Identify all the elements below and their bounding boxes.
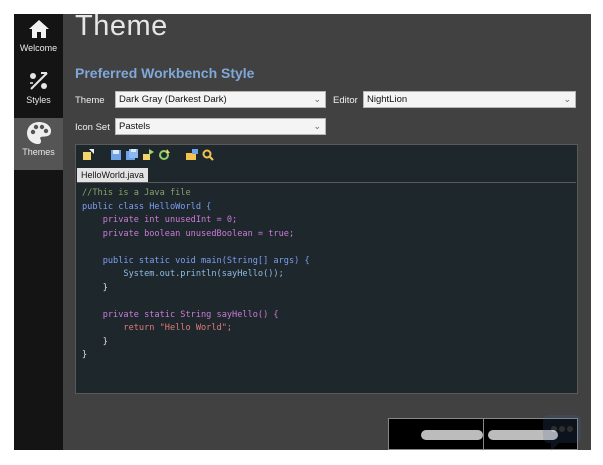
sidebar-item-themes[interactable]: Themes — [14, 118, 63, 170]
button-label-redacted — [421, 430, 483, 440]
main-panel: Theme Preferred Workbench Style Theme Da… — [63, 10, 591, 450]
iconset-label: Icon Set — [75, 122, 110, 133]
code-line: //This is a Java file — [82, 188, 191, 198]
save-all-icon[interactable] — [126, 149, 138, 161]
chevron-down-icon: ⌄ — [313, 121, 321, 131]
preferences-window: Welcome Styles Themes Theme Preferred Wo… — [14, 10, 591, 450]
styles-icon — [27, 70, 51, 92]
new-file-icon[interactable] — [82, 149, 94, 161]
sidebar-item-label: Welcome — [19, 43, 58, 53]
editor-preview: HelloWorld.java //This is a Java file pub… — [75, 144, 578, 394]
sidebar-item-welcome[interactable]: Welcome — [14, 14, 63, 66]
sidebar-item-styles[interactable]: Styles — [14, 66, 63, 118]
code-line: private int unusedInt = 0; — [82, 215, 238, 225]
theme-select[interactable]: Dark Gray (Darkest Dark) ⌄ — [115, 91, 326, 108]
sidebar-item-label: Themes — [22, 147, 55, 157]
editor-tab[interactable]: HelloWorld.java — [77, 168, 148, 182]
code-line: } — [82, 350, 88, 360]
code-line: } — [82, 282, 108, 293]
editor-select-value: NightLion — [367, 94, 408, 105]
sidebar-item-label: Styles — [26, 95, 51, 105]
code-line: public static void main(String[] args) { — [82, 255, 310, 266]
palette-icon — [26, 122, 52, 144]
code-line: public class HelloWorld { — [82, 201, 212, 212]
chevron-down-icon: ⌄ — [313, 94, 321, 104]
theme-select-value: Dark Gray (Darkest Dark) — [119, 94, 227, 105]
open-folder-icon[interactable] — [186, 149, 198, 161]
preview-toolbar — [76, 145, 577, 165]
chevron-down-icon: ⌄ — [563, 94, 571, 104]
tab-divider — [77, 182, 576, 183]
code-line: return "Hello World"; — [82, 323, 233, 333]
code-line: } — [82, 336, 108, 347]
code-line: System.out.println(sayHello()); — [82, 269, 284, 279]
theme-label: Theme — [75, 95, 105, 106]
save-icon[interactable] — [110, 149, 122, 161]
export-icon[interactable] — [142, 149, 154, 161]
ok-button[interactable] — [388, 418, 484, 450]
editor-label: Editor — [333, 95, 358, 106]
iconset-select-value: Pastels — [119, 121, 151, 132]
home-icon — [28, 18, 50, 40]
sidebar: Welcome Styles Themes — [14, 14, 63, 450]
section-title: Preferred Workbench Style — [75, 65, 255, 81]
refresh-icon[interactable] — [158, 149, 170, 161]
search-icon[interactable] — [202, 149, 214, 161]
page-title: Theme — [75, 10, 168, 42]
editor-select[interactable]: NightLion ⌄ — [363, 91, 576, 108]
code-line: private boolean unusedBoolean = true; — [82, 228, 295, 239]
watermark-logo — [543, 415, 581, 451]
iconset-select[interactable]: Pastels ⌄ — [115, 118, 326, 135]
code-line: private static String sayHello() { — [82, 309, 279, 320]
code-area: //This is a Java file public class HelloW… — [82, 187, 310, 363]
